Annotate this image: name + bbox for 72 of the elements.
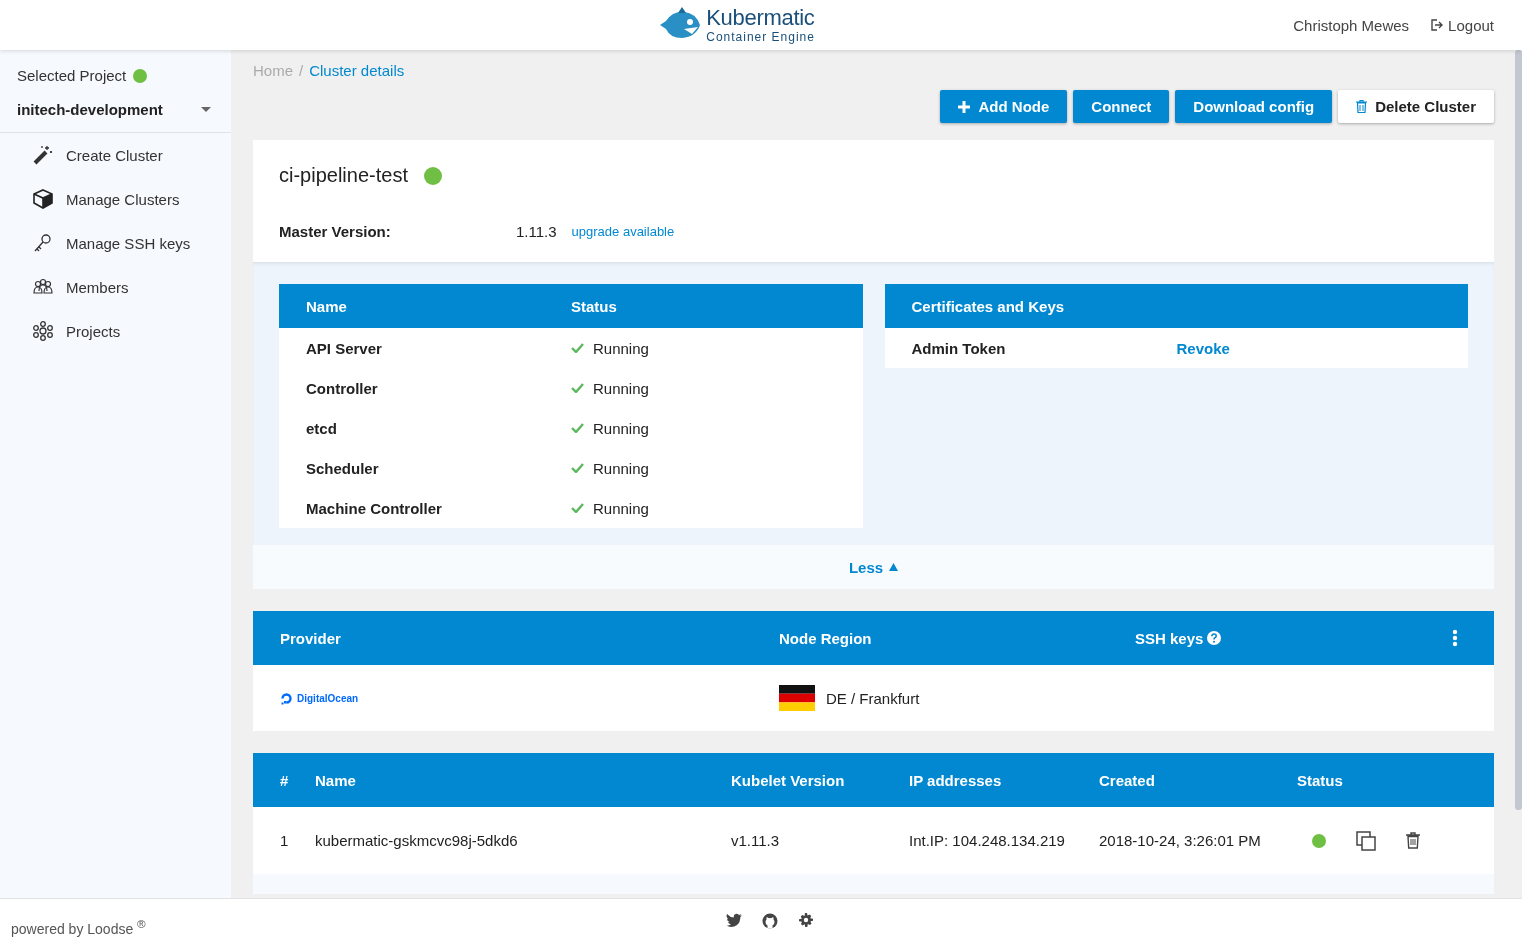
logo-title: Kubermatic: [706, 7, 815, 29]
column-header: Name: [315, 771, 357, 789]
cat-icon[interactable]: [762, 913, 778, 929]
key-icon: [33, 233, 53, 253]
help-icon[interactable]: [1207, 631, 1222, 645]
action-button[interactable]: Add Node: [940, 90, 1068, 123]
more-icon[interactable]: [1452, 629, 1458, 647]
column-header: Name: [306, 297, 348, 315]
sidebar-item[interactable]: Manage Clusters: [0, 177, 231, 221]
region-name: DE / Frankfurt: [826, 689, 920, 707]
component-name: Controller: [306, 379, 379, 397]
column-header: SSH keys: [1135, 629, 1204, 647]
less-toggle[interactable]: Less: [848, 558, 899, 576]
column-header: Certificates and Keys: [911, 297, 1065, 315]
scrollbar-thumb[interactable]: [1515, 50, 1522, 810]
column-header: Kubelet Version: [731, 771, 846, 789]
project-label: Selected Project: [17, 67, 127, 84]
action-button[interactable]: Download config: [1175, 90, 1333, 123]
caret-icon: [201, 107, 211, 112]
component-name: etcd: [306, 419, 338, 437]
breadcrumb-separator: /: [299, 62, 304, 79]
column-header: IP addresses: [909, 771, 1003, 789]
sidebar-item[interactable]: Members: [0, 265, 231, 309]
component-name: Machine Controller: [306, 499, 443, 517]
bird-icon[interactable]: [726, 913, 742, 927]
network-icon: [33, 321, 53, 341]
table-cell-text: 2018-10-24, 3:26:01 PM: [1099, 832, 1262, 849]
column-header: Status: [1297, 771, 1343, 789]
copy-icon[interactable]: [1356, 830, 1376, 851]
component-name: Scheduler: [306, 459, 380, 477]
powered-by-text: powered by Loodse $^{®}$: [11, 917, 146, 937]
cube-icon: [33, 189, 53, 209]
flag-icon: [779, 685, 815, 711]
table-cell-text: v1.11.3: [731, 832, 781, 849]
delete-button[interactable]: Delete Cluster: [1338, 90, 1494, 123]
version-label: Master Version:: [279, 223, 392, 240]
certificate-name: Admin Token: [911, 339, 1007, 357]
upgrade-link[interactable]: upgrade available: [571, 224, 675, 239]
provider-name: DigitalOcean: [297, 692, 359, 704]
status-text: Running: [593, 339, 649, 357]
action-button[interactable]: Connect: [1073, 90, 1170, 123]
column-header: Node Region: [779, 629, 873, 647]
trash-icon[interactable]: [1406, 832, 1420, 849]
sidebar-item[interactable]: Projects: [0, 309, 231, 353]
wand-icon: [33, 145, 53, 165]
column-header: Created: [1099, 771, 1156, 789]
cluster-name: ci-pipeline-test: [279, 164, 408, 187]
sidebar-item[interactable]: Manage SSH keys: [0, 221, 231, 265]
revoke-link[interactable]: Revoke: [1176, 339, 1230, 357]
trash-icon: [1356, 100, 1368, 113]
status-text: Running: [593, 459, 649, 477]
table-cell-text: kubermatic-gskmcvc98j-5dkd6: [315, 832, 519, 849]
plus-icon: [958, 100, 971, 113]
status-text: Running: [593, 379, 649, 397]
sidebar-item[interactable]: Create Cluster: [0, 133, 231, 177]
column-header: Status: [571, 297, 617, 315]
table-cell-text: 1: [280, 832, 290, 849]
gear-icon[interactable]: [798, 913, 814, 929]
project-select[interactable]: initech-development: [17, 101, 215, 118]
component-name: API Server: [306, 339, 383, 357]
status-text: Running: [593, 499, 649, 517]
logout-icon: [1431, 19, 1444, 31]
user-name: Christoph Mewes: [1293, 16, 1410, 34]
people-icon: [33, 277, 53, 297]
table-cell-text: Int.IP: 104.248.134.219: [909, 832, 1066, 849]
column-header: #: [280, 771, 290, 789]
version-value: 1.11.3: [516, 223, 557, 240]
logo-subtitle: Container Engine: [706, 31, 815, 43]
status-text: Running: [593, 419, 649, 437]
ocean-logo-icon: [280, 691, 293, 705]
logout-link[interactable]: Logout: [1431, 16, 1494, 34]
column-header: Provider: [280, 629, 342, 647]
